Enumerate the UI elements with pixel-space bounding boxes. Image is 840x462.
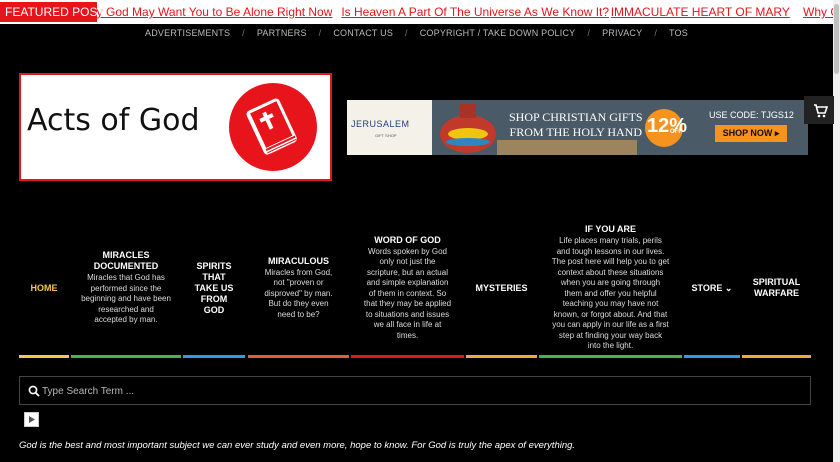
nav-item-title: IF YOU ARE: [584, 224, 636, 235]
ticker-link[interactable]: IMMACULATE HEART OF MARY: [611, 0, 800, 24]
search-bar: [19, 376, 811, 405]
ticker-track: hy God May Want You to Be Alone Right No…: [90, 0, 833, 24]
separator: /: [242, 28, 245, 38]
city-image: [497, 140, 637, 155]
nav-underline: [466, 355, 537, 358]
top-link-advertisements[interactable]: ADVERTISEMENTS: [145, 24, 230, 42]
nav-item-if-you-are[interactable]: IF YOU ARE Life places many trials, peri…: [539, 220, 682, 356]
nav-item-title: MIRACLES DOCUMENTED: [93, 250, 159, 272]
nav-underline: [71, 355, 181, 358]
search-icon[interactable]: [28, 385, 40, 397]
top-links: ADVERTISEMENTS / PARTNERS / CONTACT US /…: [0, 24, 833, 42]
nav-item-mysteries[interactable]: MYSTERIES: [466, 220, 537, 356]
top-link-privacy[interactable]: PRIVACY: [602, 24, 642, 42]
nav-item-title: SPIRITUAL WARFARE: [752, 277, 801, 298]
banner-logo: JERUSALEM: [351, 119, 410, 129]
nav-item-title: STORE ⌄: [691, 282, 733, 293]
ad-banner[interactable]: JERUSALEM GIFT SHOP SHOP CHRISTIAN GIFTS…: [347, 100, 808, 155]
nav-item-spirits[interactable]: SPIRITS THAT TAKE US FROM GOD: [183, 220, 245, 356]
featured-post-label: FEATURED POST: [0, 2, 105, 22]
nav-item-description: Miracles that God has performed since th…: [81, 273, 171, 325]
nav-underline: [248, 355, 349, 358]
top-link-contact[interactable]: CONTACT US: [333, 24, 393, 42]
site-logo[interactable]: Acts of God: [19, 73, 332, 181]
nav-underline: [19, 355, 69, 358]
separator: /: [654, 28, 658, 38]
nav-item-title: HOME: [30, 282, 58, 293]
main-navigation: HOME MIRACLES DOCUMENTED Miracles that G…: [19, 220, 811, 360]
separator: /: [405, 28, 408, 38]
nav-item-description: Words spoken by God only not just the sc…: [363, 246, 452, 340]
nav-item-description: Life places many trials, perils and toug…: [551, 236, 670, 351]
nav-item-title: WORD OF GOD: [374, 234, 441, 245]
nav-item-description: Miracles from God, not "proven or dispro…: [264, 267, 333, 319]
promo-code: USE CODE: TJGS12: [709, 110, 794, 120]
ticker-link[interactable]: hy God May Want You to Be Alone Right No…: [90, 0, 338, 24]
separator: /: [587, 28, 591, 38]
discount-off: OFF: [670, 129, 682, 135]
play-button[interactable]: [24, 412, 39, 427]
play-icon: [29, 416, 35, 423]
nav-underline: [351, 355, 464, 358]
separator: /: [318, 28, 322, 38]
top-link-tos[interactable]: TOS: [669, 24, 688, 42]
ticker-link[interactable]: Is Heaven A Part Of The Universe As We K…: [341, 0, 609, 24]
nav-item-title: MIRACULOUS: [268, 255, 329, 266]
nav-item-miracles-documented[interactable]: MIRACLES DOCUMENTED Miracles that God ha…: [71, 220, 181, 356]
nav-item-store[interactable]: STORE ⌄: [684, 220, 740, 356]
search-input[interactable]: [42, 381, 792, 401]
nav-underline: [539, 355, 682, 358]
banner-headline-line: FROM THE HOLY HAND: [509, 125, 643, 139]
nav-item-miraculous[interactable]: MIRACULOUS Miracles from God, not "prove…: [248, 220, 349, 356]
pottery-image: [440, 104, 496, 153]
site-tagline: God is the best and most important subje…: [19, 440, 576, 451]
bible-icon: [229, 83, 317, 171]
featured-ticker: FEATURED POST hy God May Want You to Be …: [0, 0, 833, 24]
scrollbar-thumb[interactable]: [834, 4, 839, 74]
shop-now-button[interactable]: SHOP NOW ▸: [715, 125, 787, 142]
page-scrollbar[interactable]: [833, 0, 840, 462]
nav-item-home[interactable]: HOME: [19, 220, 69, 356]
nav-item-word-of-god[interactable]: WORD OF GOD Words spoken by God only not…: [351, 220, 464, 356]
discount-badge: 12% OFF: [645, 109, 687, 147]
nav-underline: [742, 355, 811, 358]
banner-headline: SHOP CHRISTIAN GIFTS FROM THE HOLY HAND: [509, 110, 643, 140]
nav-item-title: SPIRITS THAT TAKE US FROM GOD: [194, 260, 234, 315]
top-link-copyright[interactable]: COPYRIGHT / TAKE DOWN POLICY: [420, 24, 576, 42]
ticker-link[interactable]: Why G: [803, 0, 833, 24]
cart-icon: [814, 104, 829, 118]
nav-item-title: MYSTERIES: [475, 282, 528, 293]
ad-banner-brand: JERUSALEM GIFT SHOP: [347, 100, 432, 155]
banner-headline-line: SHOP CHRISTIAN GIFTS: [509, 110, 643, 124]
cart-button[interactable]: [804, 96, 834, 124]
top-link-partners[interactable]: PARTNERS: [257, 24, 307, 42]
nav-underline: [684, 355, 740, 358]
banner-logo-sub: GIFT SHOP: [375, 133, 397, 138]
nav-underline: [183, 355, 245, 358]
nav-item-spiritual-warfare[interactable]: SPIRITUAL WARFARE: [742, 220, 811, 356]
site-logo-text: Acts of God: [27, 103, 200, 138]
